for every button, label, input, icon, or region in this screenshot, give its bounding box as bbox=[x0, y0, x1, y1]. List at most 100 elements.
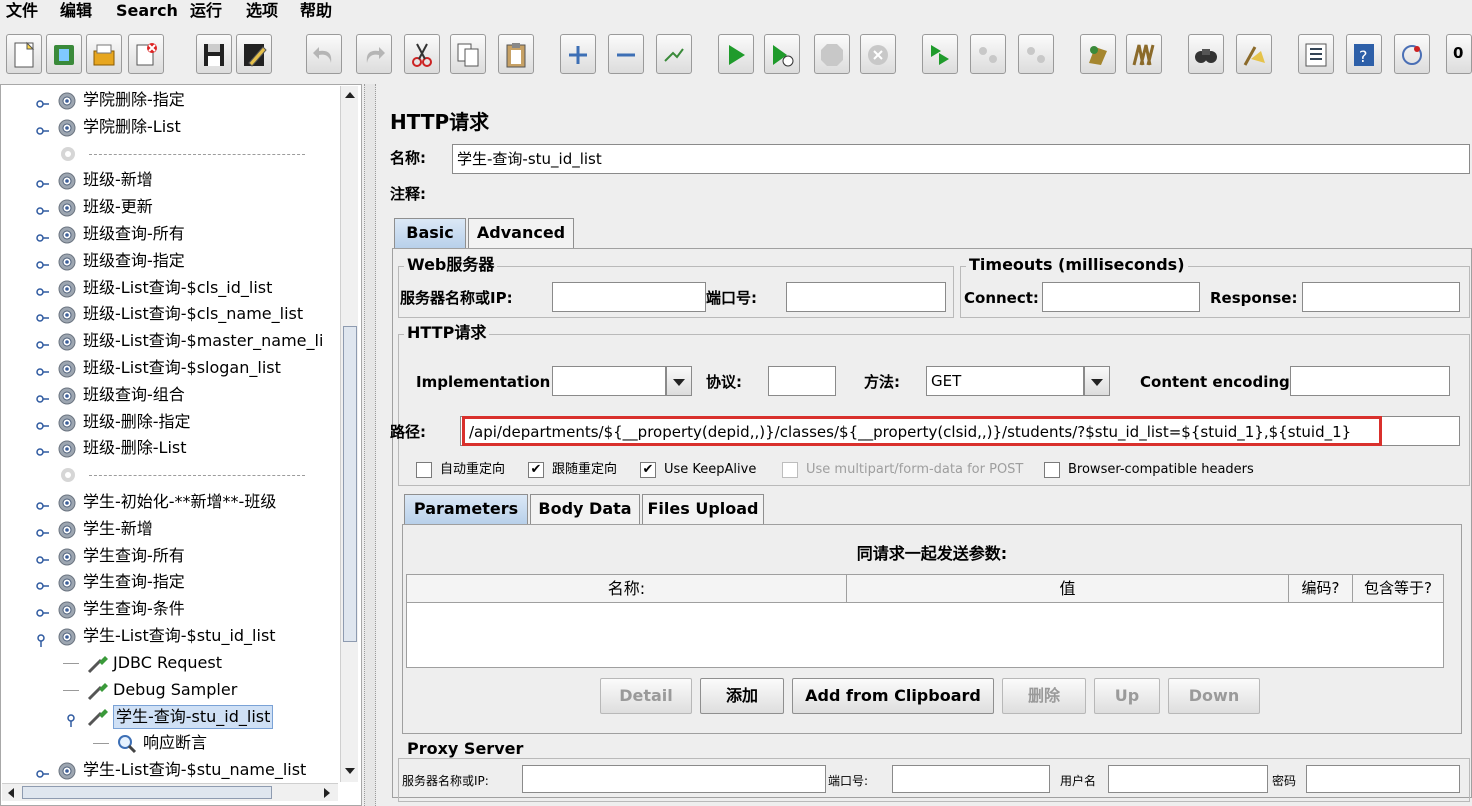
tree-node[interactable]: 班级-List查询-$slogan_list bbox=[1, 355, 341, 381]
stop-button[interactable] bbox=[814, 34, 850, 74]
multipart-checkbox[interactable] bbox=[782, 462, 798, 478]
menu-edit[interactable]: 编辑 bbox=[60, 0, 92, 22]
column-name-header[interactable]: 名称: bbox=[407, 575, 847, 603]
remote-stop-button[interactable] bbox=[970, 34, 1006, 74]
parameters-table[interactable]: 名称: 值 编码? 包含等于? bbox=[406, 574, 1444, 668]
expand-toggle-icon[interactable] bbox=[35, 415, 49, 430]
tree-node[interactable]: 班级查询-指定 bbox=[1, 248, 341, 274]
new-button[interactable] bbox=[6, 34, 42, 74]
tree-node[interactable]: 班级-List查询-$master_name_li bbox=[1, 328, 341, 354]
tab-files-upload[interactable]: Files Upload bbox=[642, 494, 764, 524]
expand-toggle-icon[interactable] bbox=[65, 709, 79, 728]
expand-toggle-icon[interactable] bbox=[35, 361, 49, 376]
implementation-select[interactable] bbox=[552, 366, 666, 396]
content-encoding-field[interactable] bbox=[1290, 366, 1450, 396]
scroll-down-icon[interactable] bbox=[343, 764, 357, 778]
scroll-right-icon[interactable] bbox=[320, 786, 334, 800]
column-value-header[interactable]: 值 bbox=[847, 575, 1289, 603]
detail-button[interactable]: Detail bbox=[600, 678, 692, 714]
split-pane-divider[interactable] bbox=[364, 84, 376, 806]
collapse-button[interactable] bbox=[608, 34, 644, 74]
copy-button[interactable] bbox=[450, 34, 486, 74]
cut-button[interactable] bbox=[404, 34, 440, 74]
connect-field[interactable] bbox=[1042, 282, 1200, 312]
menu-file[interactable]: 文件 bbox=[6, 0, 38, 22]
function-helper-button[interactable] bbox=[1298, 34, 1334, 74]
menu-help[interactable]: 帮助 bbox=[300, 0, 332, 22]
browser-compatible-checkbox[interactable] bbox=[1044, 462, 1060, 478]
expand-toggle-icon[interactable] bbox=[35, 227, 49, 242]
protocol-field[interactable] bbox=[768, 366, 836, 396]
expand-toggle-icon[interactable] bbox=[35, 549, 49, 564]
tree-node[interactable]: 班级-新增 bbox=[1, 167, 341, 193]
server-field[interactable] bbox=[552, 282, 706, 312]
expand-toggle-icon[interactable] bbox=[35, 120, 49, 135]
expand-toggle-icon[interactable] bbox=[35, 495, 49, 510]
tree-node[interactable]: 响应断言 bbox=[1, 730, 341, 756]
method-select[interactable]: GET bbox=[926, 366, 1084, 396]
expand-button[interactable] bbox=[560, 34, 596, 74]
tree-node[interactable]: 学生-新增 bbox=[1, 516, 341, 542]
menu-options[interactable]: 选项 bbox=[246, 0, 278, 22]
column-include-equals-header[interactable]: 包含等于? bbox=[1353, 575, 1443, 603]
tree-node[interactable]: 学生查询-条件 bbox=[1, 596, 341, 622]
column-encode-header[interactable]: 编码? bbox=[1289, 575, 1353, 603]
tree-node[interactable]: 班级-删除-List bbox=[1, 435, 341, 461]
tree-node[interactable]: Debug Sampler bbox=[1, 677, 341, 703]
start-button[interactable] bbox=[718, 34, 754, 74]
save-button[interactable] bbox=[196, 34, 232, 74]
tree-node[interactable]: 学生-初始化-**新增**-班级 bbox=[1, 489, 341, 515]
tree-horizontal-scrollbar[interactable] bbox=[2, 783, 338, 801]
expand-toggle-icon[interactable] bbox=[35, 763, 49, 778]
expand-toggle-icon[interactable] bbox=[35, 200, 49, 215]
up-button[interactable]: Up bbox=[1094, 678, 1160, 714]
down-button[interactable]: Down bbox=[1168, 678, 1260, 714]
follow-redirect-checkbox[interactable]: ✔ bbox=[528, 462, 544, 478]
implementation-dropdown-icon[interactable] bbox=[666, 366, 692, 396]
name-field[interactable]: 学生-查询-stu_id_list bbox=[452, 144, 1470, 174]
reset-search-button[interactable] bbox=[1236, 34, 1272, 74]
start-no-pause-button[interactable] bbox=[764, 34, 800, 74]
search-button[interactable] bbox=[1188, 34, 1224, 74]
remote-exit-button[interactable] bbox=[1018, 34, 1054, 74]
keepalive-checkbox[interactable]: ✔ bbox=[640, 462, 656, 478]
toggle-button[interactable] bbox=[656, 34, 692, 74]
add-button[interactable]: 添加 bbox=[700, 678, 784, 714]
expand-toggle-icon[interactable] bbox=[35, 173, 49, 189]
templates-button[interactable] bbox=[46, 34, 82, 74]
menu-search[interactable]: Search bbox=[116, 0, 178, 22]
tree-node[interactable]: 学院删除-指定 bbox=[1, 87, 341, 113]
response-field[interactable] bbox=[1302, 282, 1460, 312]
tree-node[interactable]: 班级查询-组合 bbox=[1, 382, 341, 408]
tree-node[interactable]: 学生-List查询-$stu_id_list bbox=[1, 623, 341, 649]
proxy-user-field[interactable] bbox=[1108, 765, 1268, 793]
expand-toggle-icon[interactable] bbox=[35, 93, 49, 108]
comment-field[interactable] bbox=[446, 180, 1470, 210]
paste-button[interactable] bbox=[498, 34, 534, 74]
remote-start-button[interactable] bbox=[922, 34, 958, 74]
tree-separator[interactable] bbox=[1, 462, 341, 488]
expand-toggle-icon[interactable] bbox=[35, 522, 49, 537]
tree-node[interactable]: 学生-查询-stu_id_list bbox=[1, 703, 341, 730]
tree-node[interactable]: 班级查询-所有 bbox=[1, 221, 341, 247]
close-button[interactable] bbox=[128, 34, 164, 74]
tab-body-data[interactable]: Body Data bbox=[530, 494, 640, 524]
port-field[interactable] bbox=[786, 282, 946, 312]
tree-node[interactable]: 学生查询-指定 bbox=[1, 569, 341, 595]
scroll-thumb[interactable] bbox=[343, 326, 357, 642]
help-button[interactable]: ? bbox=[1346, 34, 1382, 74]
tab-basic[interactable]: Basic bbox=[394, 218, 466, 248]
expand-toggle-icon[interactable] bbox=[35, 254, 49, 269]
log-button[interactable] bbox=[1394, 34, 1430, 74]
add-from-clipboard-button[interactable]: Add from Clipboard bbox=[792, 678, 994, 714]
tree-node[interactable]: 班级-删除-指定 bbox=[1, 409, 341, 435]
proxy-password-field[interactable] bbox=[1306, 765, 1460, 793]
expand-toggle-icon[interactable] bbox=[35, 388, 49, 403]
expand-toggle-icon[interactable] bbox=[35, 307, 49, 323]
tree-node[interactable]: 学生查询-所有 bbox=[1, 543, 341, 569]
tree-vertical-scrollbar[interactable] bbox=[340, 86, 358, 782]
expand-toggle-icon[interactable] bbox=[35, 441, 49, 457]
tree-node[interactable]: JDBC Request bbox=[1, 650, 341, 676]
expand-toggle-icon[interactable] bbox=[35, 281, 49, 296]
delete-button[interactable]: 删除 bbox=[1002, 678, 1086, 714]
